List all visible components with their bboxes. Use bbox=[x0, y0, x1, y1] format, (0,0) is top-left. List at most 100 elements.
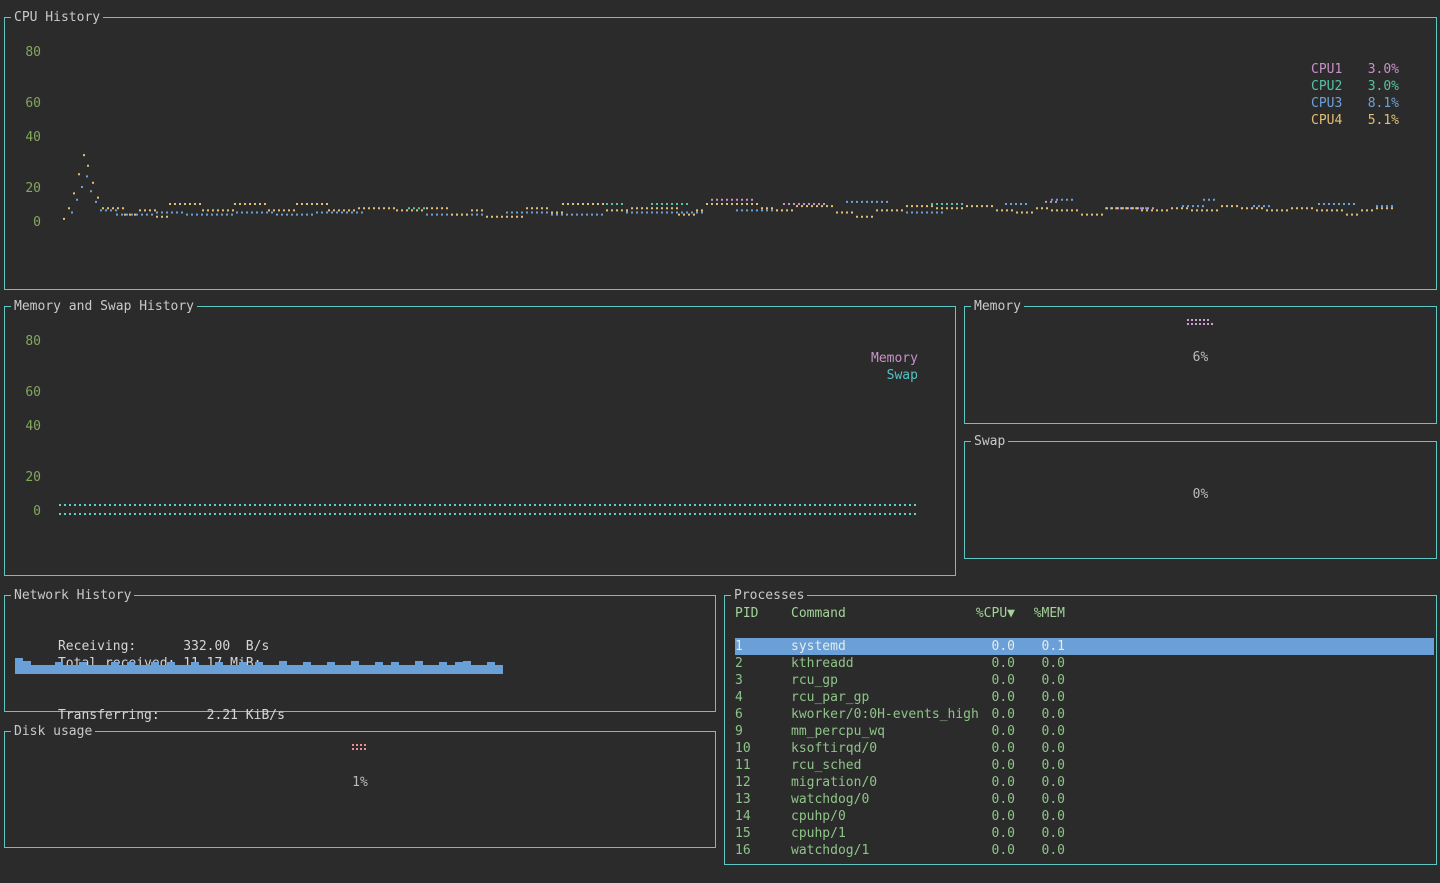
process-cpu: 0.0 bbox=[965, 740, 1015, 757]
process-pid: 16 bbox=[735, 842, 791, 859]
process-pid: 14 bbox=[735, 808, 791, 825]
process-command: kthreadd bbox=[791, 655, 965, 672]
process-mem: 0.0 bbox=[1015, 740, 1065, 757]
process-cpu: 0.0 bbox=[965, 655, 1015, 672]
process-cpu: 0.0 bbox=[965, 842, 1015, 859]
process-pid: 10 bbox=[735, 740, 791, 757]
memory-percent: 6% bbox=[965, 349, 1436, 366]
process-cpu: 0.0 bbox=[965, 723, 1015, 740]
process-pid: 13 bbox=[735, 791, 791, 808]
process-cpu: 0.0 bbox=[965, 757, 1015, 774]
cpu-legend-value: 5.1% bbox=[1368, 112, 1399, 129]
process-pid: 3 bbox=[735, 672, 791, 689]
process-command: systemd bbox=[791, 638, 965, 655]
swap-gauge-panel: Swap 0% bbox=[964, 441, 1437, 559]
table-row-selected[interactable]: 1systemd0.00.1 bbox=[735, 638, 1434, 655]
process-command: mm_percpu_wq bbox=[791, 723, 965, 740]
memory-swap-legend-entry: Swap bbox=[871, 367, 918, 384]
process-command: rcu_par_gp bbox=[791, 689, 965, 706]
table-row[interactable]: 16watchdog/10.00.0 bbox=[735, 842, 1434, 859]
process-pid: 2 bbox=[735, 655, 791, 672]
column-header-cpu-sort[interactable]: %CPU▼ bbox=[965, 605, 1015, 622]
cpu-legend-entry: CPU3 8.1% bbox=[1311, 95, 1399, 112]
process-command: watchdog/1 bbox=[791, 842, 965, 859]
process-command: kworker/0:0H-events_high bbox=[791, 706, 965, 723]
memory-swap-history-panel: Memory and Swap History 806040200 Memory… bbox=[4, 306, 956, 576]
cpu-legend-entry: CPU4 5.1% bbox=[1311, 112, 1399, 129]
swap-gauge-title: Swap bbox=[971, 433, 1008, 450]
memory-swap-history-chart bbox=[5, 307, 955, 575]
process-mem: 0.0 bbox=[1015, 723, 1065, 740]
table-row[interactable]: 15cpuhp/10.00.0 bbox=[735, 825, 1434, 842]
table-row[interactable]: 9mm_percpu_wq0.00.0 bbox=[735, 723, 1434, 740]
process-command: cpuhp/1 bbox=[791, 825, 965, 842]
transferring-label: Transferring: bbox=[58, 707, 207, 724]
column-header-mem[interactable]: %MEM bbox=[1015, 605, 1065, 622]
process-command: rcu_gp bbox=[791, 672, 965, 689]
process-pid: 6 bbox=[735, 706, 791, 723]
table-row[interactable]: 4rcu_par_gp0.00.0 bbox=[735, 689, 1434, 706]
processes-panel: Processes PIDCommand%CPU▼%MEM 1systemd0.… bbox=[724, 595, 1437, 865]
memory-gauge-title: Memory bbox=[971, 298, 1024, 315]
process-command: rcu_sched bbox=[791, 757, 965, 774]
cpu-legend-value: 3.0% bbox=[1368, 78, 1399, 95]
system-monitor-app: CPU History 806040200 CPU13.0%CPU23.0%CP… bbox=[0, 0, 1440, 883]
cpu-history-chart bbox=[5, 18, 1436, 289]
disk-gauge-dots bbox=[352, 744, 368, 752]
process-mem: 0.0 bbox=[1015, 774, 1065, 791]
process-cpu: 0.0 bbox=[965, 672, 1015, 689]
process-cpu: 0.0 bbox=[965, 689, 1015, 706]
process-cpu: 0.0 bbox=[965, 808, 1015, 825]
table-row[interactable]: 2kthreadd0.00.0 bbox=[735, 655, 1434, 672]
process-command: cpuhp/0 bbox=[791, 808, 965, 825]
process-pid: 1 bbox=[735, 638, 791, 655]
transferring-value: 2.21 KiB/s bbox=[207, 708, 285, 723]
process-mem: 0.1 bbox=[1015, 638, 1065, 655]
cpu-legend-value: 3.0% bbox=[1368, 61, 1399, 78]
process-mem: 0.0 bbox=[1015, 689, 1065, 706]
column-header-command[interactable]: Command bbox=[791, 605, 965, 622]
cpu-legend: CPU1 3.0% CPU2 3.0% CPU3 8.1% CPU4 5.1% bbox=[1311, 61, 1399, 129]
process-mem: 0.0 bbox=[1015, 808, 1065, 825]
process-mem: 0.0 bbox=[1015, 757, 1065, 774]
table-row[interactable]: 10ksoftirqd/00.00.0 bbox=[735, 740, 1434, 757]
table-row[interactable]: 13watchdog/00.00.0 bbox=[735, 791, 1434, 808]
network-history-panel: Network History Receiving:332.00 B/s Tot… bbox=[4, 595, 716, 712]
cpu-legend-label: CPU4 bbox=[1311, 112, 1342, 129]
memory-gauge-panel: Memory 6% bbox=[964, 306, 1437, 424]
table-row[interactable]: 11rcu_sched0.00.0 bbox=[735, 757, 1434, 774]
process-command: ksoftirqd/0 bbox=[791, 740, 965, 757]
process-pid: 15 bbox=[735, 825, 791, 842]
disk-percent: 1% bbox=[5, 774, 715, 791]
process-pid: 11 bbox=[735, 757, 791, 774]
column-header-pid[interactable]: PID bbox=[735, 605, 791, 622]
processes-header-row: PIDCommand%CPU▼%MEM bbox=[735, 605, 1434, 622]
process-pid: 4 bbox=[735, 689, 791, 706]
disk-usage-panel: Disk usage 1% bbox=[4, 731, 716, 848]
table-row[interactable]: 3rcu_gp0.00.0 bbox=[735, 672, 1434, 689]
table-row[interactable]: 12migration/00.00.0 bbox=[735, 774, 1434, 791]
memory-swap-legend-entry: Memory bbox=[871, 350, 918, 367]
cpu-legend-entry: CPU2 3.0% bbox=[1311, 78, 1399, 95]
process-mem: 0.0 bbox=[1015, 825, 1065, 842]
process-cpu: 0.0 bbox=[965, 825, 1015, 842]
table-row[interactable]: 6kworker/0:0H-events_high0.00.0 bbox=[735, 706, 1434, 723]
process-cpu: 0.0 bbox=[965, 791, 1015, 808]
process-mem: 0.0 bbox=[1015, 791, 1065, 808]
memory-swap-legend: MemorySwap bbox=[871, 350, 918, 384]
process-mem: 0.0 bbox=[1015, 706, 1065, 723]
network-receiving-sparkline bbox=[15, 652, 505, 674]
table-row[interactable]: 14cpuhp/00.00.0 bbox=[735, 808, 1434, 825]
cpu-legend-label: CPU2 bbox=[1311, 78, 1342, 95]
swap-percent: 0% bbox=[965, 486, 1436, 503]
process-command: watchdog/0 bbox=[791, 791, 965, 808]
cpu-legend-value: 8.1% bbox=[1368, 95, 1399, 112]
process-mem: 0.0 bbox=[1015, 655, 1065, 672]
cpu-legend-label: CPU3 bbox=[1311, 95, 1342, 112]
processes-table-body: 1systemd0.00.12kthreadd0.00.03rcu_gp0.00… bbox=[735, 638, 1434, 859]
cpu-legend-label: CPU1 bbox=[1311, 61, 1342, 78]
disk-usage-title: Disk usage bbox=[11, 723, 95, 740]
process-pid: 9 bbox=[735, 723, 791, 740]
process-pid: 12 bbox=[735, 774, 791, 791]
process-command: migration/0 bbox=[791, 774, 965, 791]
